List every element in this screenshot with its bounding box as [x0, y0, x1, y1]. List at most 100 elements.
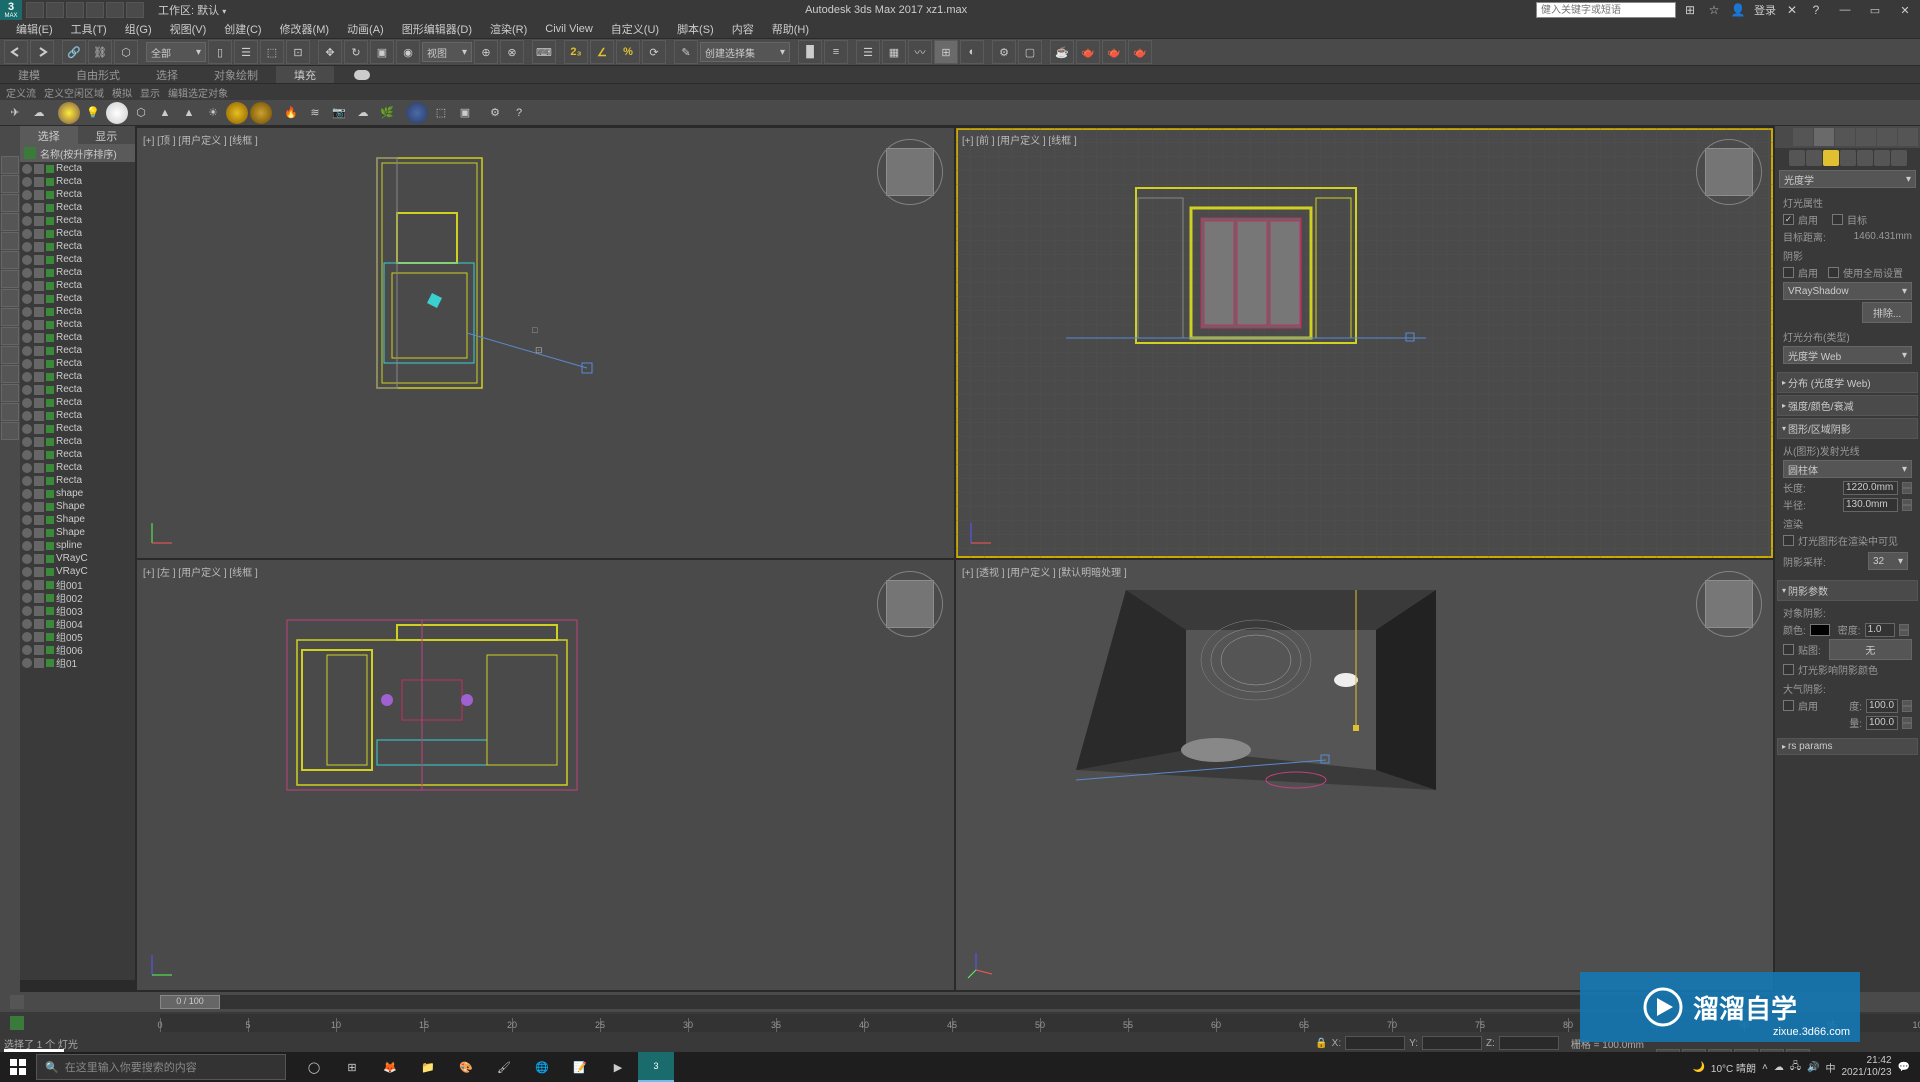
- freeze-icon[interactable]: [34, 645, 44, 655]
- atmos-enable-checkbox[interactable]: [1783, 700, 1794, 711]
- visibility-icon[interactable]: [22, 567, 32, 577]
- curve-editor-icon[interactable]: 〰: [908, 40, 932, 64]
- link-icon[interactable]: 🔗: [62, 40, 86, 64]
- lock-icon[interactable]: 🔒: [1315, 1038, 1327, 1049]
- geom-icon[interactable]: [1789, 150, 1805, 166]
- dist-type-dropdown[interactable]: 光度学 Web▾: [1783, 346, 1912, 364]
- ltool-9[interactable]: [1, 308, 19, 326]
- cortana-icon[interactable]: ⊞: [334, 1052, 370, 1082]
- tray-network-icon[interactable]: 🖧: [1790, 1059, 1801, 1076]
- density-input[interactable]: [1865, 623, 1895, 637]
- plant-icon[interactable]: 🌿: [376, 102, 398, 124]
- help-search-input[interactable]: [1536, 2, 1676, 18]
- scene-item[interactable]: Recta: [20, 435, 135, 448]
- menu-modifiers[interactable]: 修改器(M): [274, 21, 336, 37]
- vp-top-label[interactable]: [+] [顶 ] [用户定义 ] [线框 ]: [143, 132, 258, 147]
- render-setup-icon[interactable]: ⚙: [992, 40, 1016, 64]
- fire-icon[interactable]: 🔥: [280, 102, 302, 124]
- scene-item[interactable]: Recta: [20, 409, 135, 422]
- freeze-icon[interactable]: [34, 385, 44, 395]
- cmd-tab-modify-icon[interactable]: [1814, 128, 1834, 146]
- percent-snap-icon[interactable]: %: [616, 40, 640, 64]
- scene-item[interactable]: Recta: [20, 305, 135, 318]
- visibility-icon[interactable]: [22, 190, 32, 200]
- freeze-icon[interactable]: [34, 281, 44, 291]
- freeze-icon[interactable]: [34, 294, 44, 304]
- edit-named-sel-icon[interactable]: ✎: [674, 40, 698, 64]
- tray-onedrive-icon[interactable]: ☁: [1774, 1062, 1784, 1073]
- 3dsmax-taskbar-icon[interactable]: 3: [638, 1052, 674, 1082]
- spacewarps-icon[interactable]: [1874, 150, 1890, 166]
- visibility-icon[interactable]: [22, 268, 32, 278]
- fog-icon[interactable]: ≋: [304, 102, 326, 124]
- cmd-tab-create-icon[interactable]: [1793, 128, 1813, 146]
- select-icon[interactable]: ▯: [208, 40, 232, 64]
- freeze-icon[interactable]: [34, 359, 44, 369]
- scene-item[interactable]: Recta: [20, 279, 135, 292]
- visibility-icon[interactable]: [22, 489, 32, 499]
- plane-icon[interactable]: ✈: [4, 102, 26, 124]
- ribbon-tab-freeform[interactable]: 自由形式: [58, 66, 138, 83]
- ltool-10[interactable]: [1, 327, 19, 345]
- tray-volume-icon[interactable]: 🔊: [1807, 1062, 1819, 1073]
- login-link[interactable]: 登录: [1754, 2, 1776, 18]
- scene-item[interactable]: Recta: [20, 357, 135, 370]
- open-mini-curve-icon[interactable]: [10, 995, 24, 1009]
- atmos-o-spinner[interactable]: [1902, 700, 1912, 712]
- x-input[interactable]: [1345, 1036, 1405, 1050]
- visibility-icon[interactable]: [22, 437, 32, 447]
- ltool-12[interactable]: [1, 365, 19, 383]
- menu-tools[interactable]: 工具(T): [65, 21, 113, 37]
- viewcube-top[interactable]: [886, 148, 934, 196]
- sun-icon[interactable]: ☀: [202, 102, 224, 124]
- scene-item[interactable]: Recta: [20, 227, 135, 240]
- visibility-icon[interactable]: [22, 216, 32, 226]
- scene-item[interactable]: Recta: [20, 214, 135, 227]
- weather-icon[interactable]: 🌙: [1692, 1062, 1704, 1073]
- scene-item[interactable]: Recta: [20, 240, 135, 253]
- ltool-4[interactable]: [1, 213, 19, 231]
- freeze-icon[interactable]: [34, 268, 44, 278]
- freeze-icon[interactable]: [34, 580, 44, 590]
- freeze-icon[interactable]: [34, 554, 44, 564]
- ltool-3[interactable]: [1, 194, 19, 212]
- infocenter-icon[interactable]: ⊞: [1682, 2, 1698, 18]
- select-region-rect-icon[interactable]: ⬚: [260, 40, 284, 64]
- visibility-icon[interactable]: [22, 463, 32, 473]
- sub-ribbon-display[interactable]: 显示: [140, 85, 160, 100]
- scene-item[interactable]: Recta: [20, 266, 135, 279]
- omni-icon[interactable]: [250, 102, 272, 124]
- affect-color-checkbox[interactable]: [1783, 664, 1794, 675]
- vp-left-label[interactable]: [+] [左 ] [用户定义 ] [线框 ]: [143, 564, 258, 579]
- settings-icon[interactable]: ⚙: [484, 102, 506, 124]
- select-name-icon[interactable]: ☰: [234, 40, 258, 64]
- help2-icon[interactable]: ?: [508, 102, 530, 124]
- maximize-button[interactable]: ▭: [1860, 1, 1890, 19]
- ltool-11[interactable]: [1, 346, 19, 364]
- tray-ime-icon[interactable]: 中: [1825, 1060, 1835, 1075]
- render-icon[interactable]: 🫖: [1076, 40, 1100, 64]
- sub-ribbon-idle[interactable]: 定义空闲区域: [44, 85, 104, 100]
- cmd-tab-hierarchy-icon[interactable]: [1835, 128, 1855, 146]
- viewport-top[interactable]: [+] [顶 ] [用户定义 ] [线框 ] □ ⊡: [137, 128, 954, 558]
- freeze-icon[interactable]: [34, 606, 44, 616]
- scene-item[interactable]: Recta: [20, 461, 135, 474]
- rollout-shadow-header[interactable]: 阴影参数: [1777, 580, 1918, 601]
- freeze-icon[interactable]: [34, 437, 44, 447]
- freeze-icon[interactable]: [34, 255, 44, 265]
- visibility-icon[interactable]: [22, 450, 32, 460]
- visibility-icon[interactable]: [22, 476, 32, 486]
- enable-checkbox[interactable]: [1783, 214, 1794, 225]
- scene-item[interactable]: Recta: [20, 474, 135, 487]
- scale-icon[interactable]: ▣: [370, 40, 394, 64]
- freeze-icon[interactable]: [34, 398, 44, 408]
- freeze-icon[interactable]: [34, 216, 44, 226]
- ltool-13[interactable]: [1, 384, 19, 402]
- shadow-color-swatch[interactable]: [1810, 624, 1830, 636]
- camera-icon[interactable]: 📷: [328, 102, 350, 124]
- scene-item[interactable]: Shape: [20, 513, 135, 526]
- cmd-tab-motion-icon[interactable]: [1856, 128, 1876, 146]
- z-input[interactable]: [1499, 1036, 1559, 1050]
- map-checkbox[interactable]: [1783, 644, 1794, 655]
- ribbon-tab-modeling[interactable]: 建模: [0, 66, 58, 83]
